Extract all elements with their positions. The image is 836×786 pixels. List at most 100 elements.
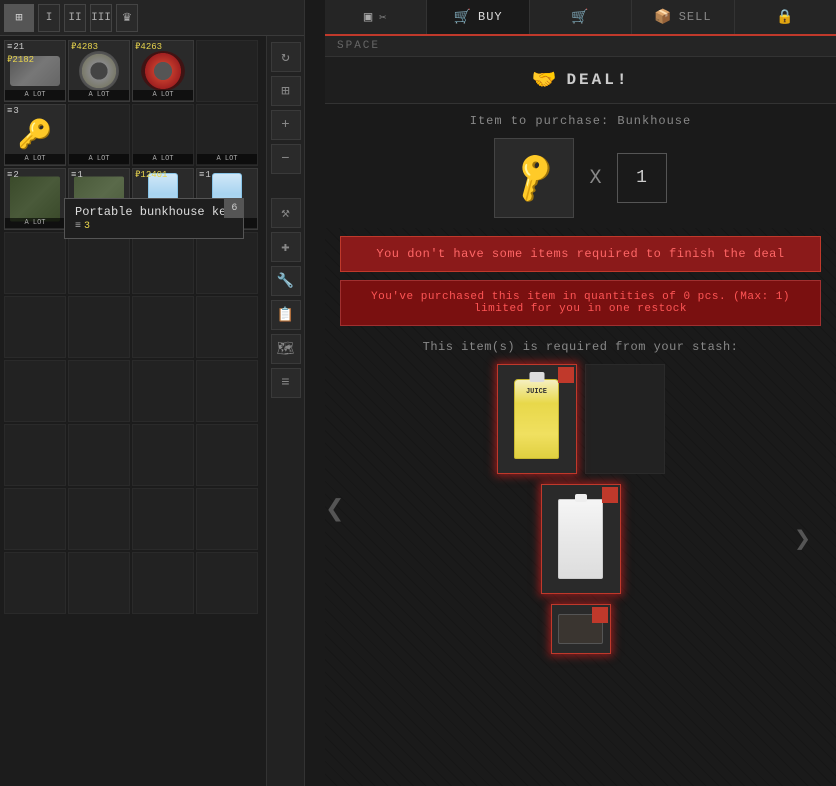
- buy-cart-icon: 🛒: [454, 9, 472, 26]
- item-cell-empty[interactable]: A LOT: [196, 104, 258, 166]
- item-cell-empty[interactable]: [68, 360, 130, 422]
- tooltip-count-icon: ≡: [75, 221, 81, 232]
- error-message-text: You don't have some items required to fi…: [376, 247, 784, 261]
- item-count: ≡3: [7, 106, 19, 116]
- purchase-row: 🔑 X: [345, 138, 816, 218]
- item-cell-empty[interactable]: [68, 296, 130, 358]
- sidebar-doc-icon[interactable]: 📋: [271, 300, 301, 330]
- item-label: A LOT: [5, 218, 65, 228]
- item-label: A LOT: [133, 154, 193, 164]
- item-cell[interactable]: 4263 A LOT: [132, 40, 194, 102]
- inventory-row-empty: [4, 552, 261, 614]
- items-nav-left-arrow[interactable]: ❮: [325, 489, 344, 529]
- item-tooltip: 6 Portable bunkhouse key ≡ 3: [64, 198, 244, 239]
- item-cell-empty[interactable]: [132, 424, 194, 486]
- inventory-row-empty: [4, 296, 261, 358]
- inventory-row-empty: [4, 232, 261, 294]
- left-panel-sidebar: ↻ ⊞ + − ⚒ ✚ 🔧 📋 🗺 ≡: [266, 36, 304, 786]
- sell-icon: 📦: [654, 9, 672, 26]
- milk-item-image: [558, 499, 603, 579]
- deal-header: 🤝 DEAL!: [325, 57, 836, 104]
- price-tag: 12401: [135, 170, 167, 180]
- item-cell[interactable]: ≡2 A LOT: [4, 168, 66, 230]
- sidebar-tools-icon[interactable]: ⚒: [271, 198, 301, 228]
- item-cell-empty[interactable]: [4, 552, 66, 614]
- item-label: A LOT: [197, 154, 257, 164]
- juice-label: JUICE: [515, 388, 558, 396]
- item-cell-empty[interactable]: [132, 296, 194, 358]
- tab-crown[interactable]: ♛: [116, 4, 138, 32]
- purchase-item-box: 🔑: [494, 138, 574, 218]
- tab-lock[interactable]: 🔒: [735, 0, 836, 34]
- items-nav-right-arrow[interactable]: ❯: [794, 522, 811, 557]
- tooltip-count: 3: [84, 221, 90, 232]
- required-item-small: [551, 604, 611, 654]
- tab-roman-2[interactable]: II: [64, 4, 86, 32]
- sidebar-medical-icon[interactable]: ✚: [271, 232, 301, 262]
- item-cell-empty[interactable]: [4, 232, 66, 294]
- tab-roman-3[interactable]: III: [90, 4, 112, 32]
- sidebar-minus-icon[interactable]: −: [271, 144, 301, 174]
- item-cell-empty[interactable]: [196, 296, 258, 358]
- item-cell[interactable]: ≡21 2182 A LOT: [4, 40, 66, 102]
- multiply-symbol: X: [589, 167, 601, 190]
- price-tag: 4283: [71, 42, 98, 52]
- tooltip-subtitle: ≡ 3: [75, 221, 233, 232]
- item-count: ≡1: [199, 170, 211, 180]
- item-cell-empty[interactable]: [196, 552, 258, 614]
- item-cell-empty[interactable]: A LOT: [132, 104, 194, 166]
- item-label: A LOT: [69, 154, 129, 164]
- deal-title: DEAL!: [566, 71, 629, 89]
- space-label: SPACE: [337, 40, 380, 52]
- item-cell[interactable]: 4283 A LOT: [68, 40, 130, 102]
- item-cell-empty[interactable]: A LOT: [68, 104, 130, 166]
- warning-message-box: You've purchased this item in quantities…: [340, 280, 821, 326]
- deal-handshake-icon: 🤝: [532, 67, 557, 93]
- item-cell-empty[interactable]: [132, 360, 194, 422]
- sidebar-wrench-icon[interactable]: 🔧: [271, 266, 301, 296]
- sidebar-map-icon[interactable]: 🗺: [271, 334, 301, 364]
- sidebar-plus-icon[interactable]: +: [271, 110, 301, 140]
- item-cell-empty[interactable]: [196, 488, 258, 550]
- item-count: ≡21: [7, 42, 24, 52]
- cart-icon: 🛒: [571, 9, 589, 26]
- tab-grid[interactable]: ⊞: [4, 4, 34, 32]
- item-cell-empty[interactable]: [68, 232, 130, 294]
- sidebar-layers-icon[interactable]: ≡: [271, 368, 301, 398]
- nav-tab-sell-label: SELL: [679, 10, 712, 24]
- warning-message-text: You've purchased this item in quantities…: [371, 291, 790, 315]
- item-cell-empty[interactable]: [196, 360, 258, 422]
- tab-bar: ⊞ I II III ♛: [0, 0, 304, 36]
- item-cell-empty[interactable]: [132, 552, 194, 614]
- tab-roman-1[interactable]: I: [38, 4, 60, 32]
- inventory-row-empty: [4, 424, 261, 486]
- nav-tabs: ▣ ✂ 🛒 BUY 🛒 📦 SELL 🔒: [325, 0, 836, 36]
- item-cell-empty[interactable]: [132, 232, 194, 294]
- tooltip-corner-num: 6: [224, 198, 244, 218]
- item-cell-empty[interactable]: [196, 40, 258, 102]
- item-cell-empty[interactable]: [132, 488, 194, 550]
- inventory-row-1: ≡21 2182 A LOT 4283 A LOT 4263 A LOT: [4, 40, 261, 102]
- item-cell-empty[interactable]: [196, 424, 258, 486]
- tab-grid-view[interactable]: ▣ ✂: [325, 0, 427, 34]
- item-cell-empty[interactable]: [4, 296, 66, 358]
- item-cell-empty[interactable]: [4, 488, 66, 550]
- item-cell-empty[interactable]: [68, 424, 130, 486]
- tab-cart[interactable]: 🛒: [530, 0, 632, 34]
- nav-tab-buy-label: BUY: [478, 10, 503, 24]
- item-cell-empty[interactable]: [68, 552, 130, 614]
- item-cell-empty[interactable]: [196, 232, 258, 294]
- item-cell-empty[interactable]: [68, 488, 130, 550]
- item-cell-empty[interactable]: [4, 360, 66, 422]
- item-cell-empty[interactable]: [4, 424, 66, 486]
- sidebar-refresh-icon[interactable]: ↻: [271, 42, 301, 72]
- tab-sell[interactable]: 📦 SELL: [632, 0, 734, 34]
- item-cell-key[interactable]: ≡3 🔑 A LOT: [4, 104, 66, 166]
- sidebar-filter-icon[interactable]: ⊞: [271, 76, 301, 106]
- required-item-milk: [541, 484, 621, 594]
- item-label: A LOT: [5, 90, 65, 100]
- required-item-row-3: [355, 604, 806, 654]
- tab-buy[interactable]: 🛒 BUY: [427, 0, 529, 34]
- quantity-input[interactable]: [617, 153, 667, 203]
- item-count: ≡2: [7, 170, 19, 180]
